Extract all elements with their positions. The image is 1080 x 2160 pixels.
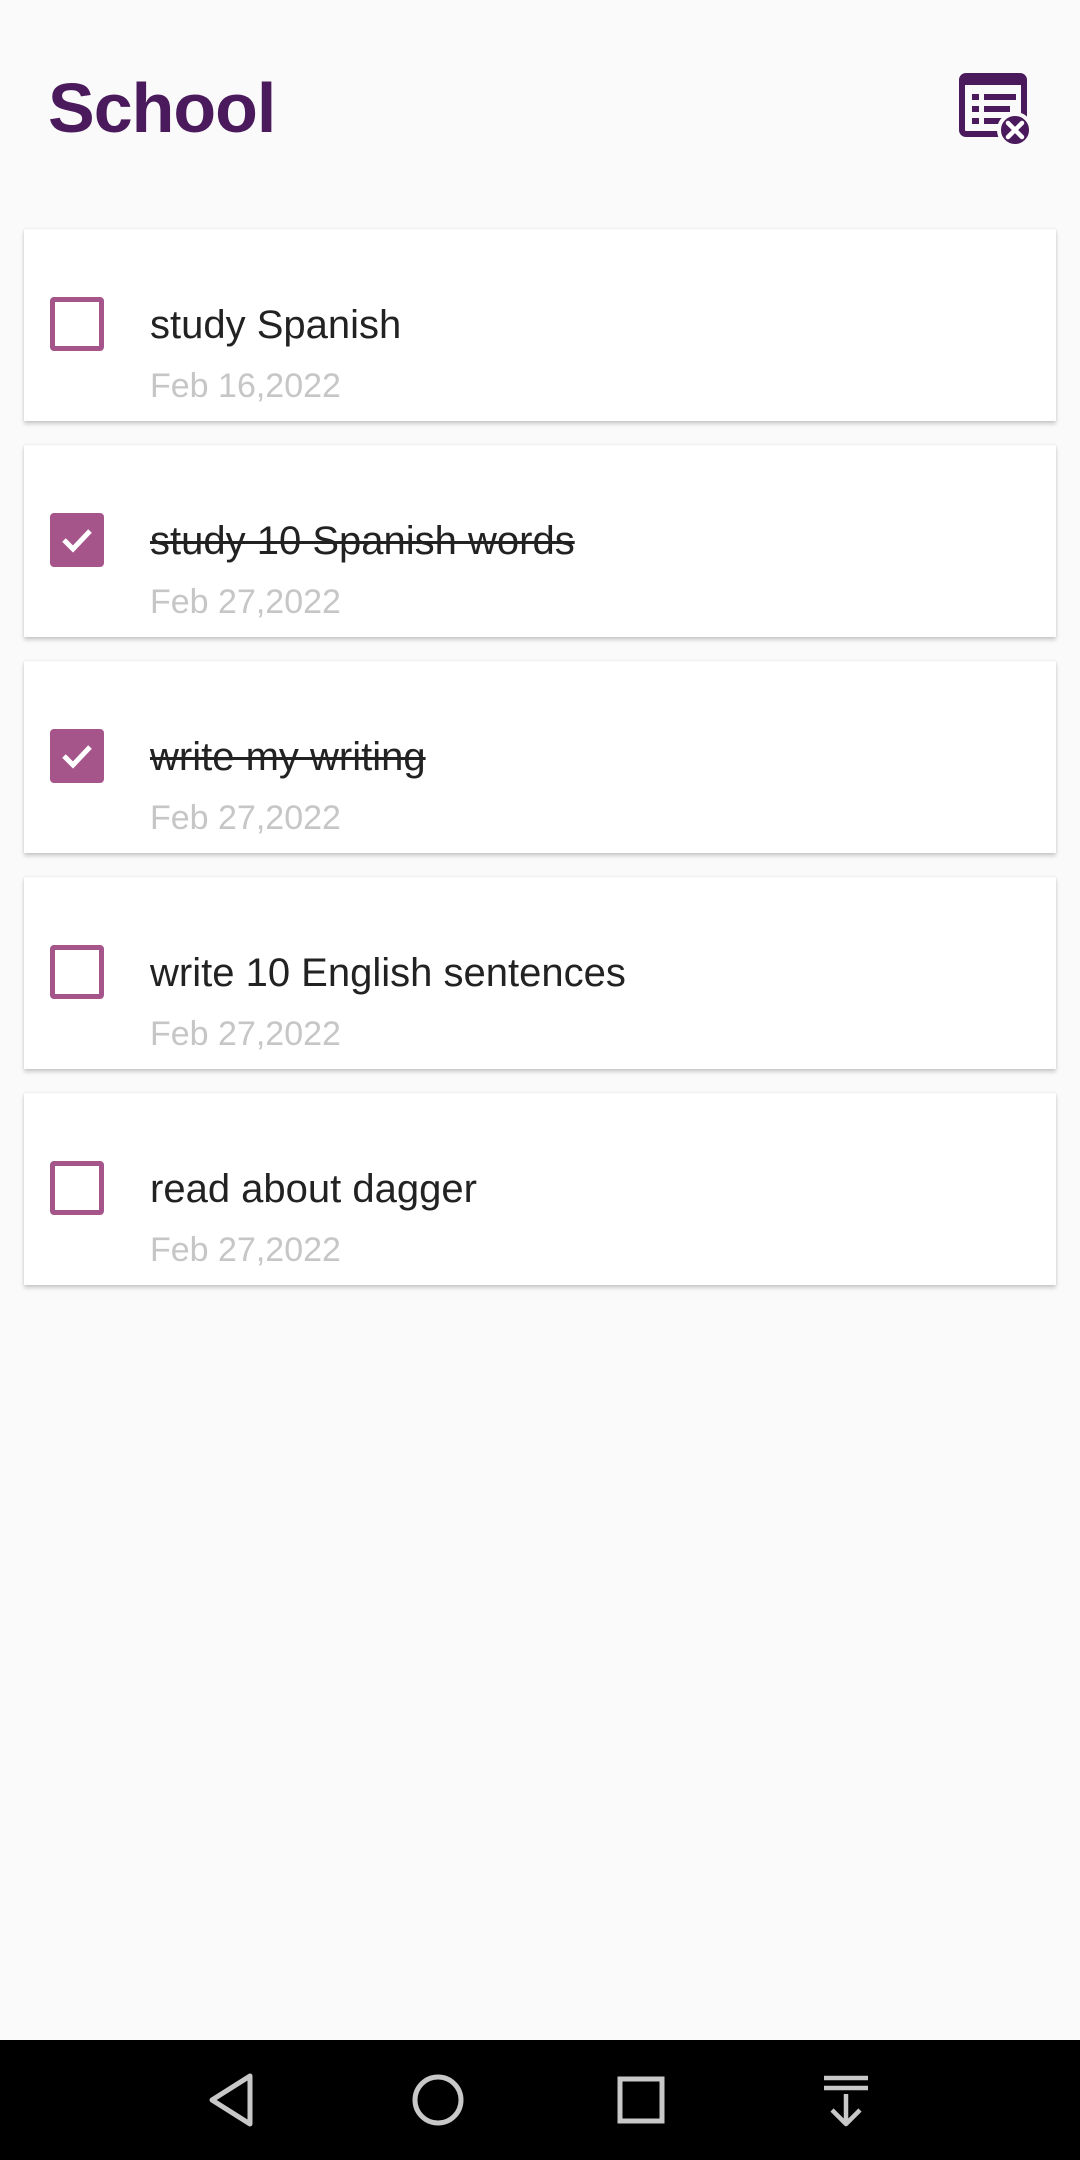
app-screen: School study Spanish Feb 16,2022 study 1… [0,0,1080,2160]
task-date: Feb 27,2022 [150,799,341,837]
home-circle-icon [412,2074,464,2126]
task-item[interactable]: write 10 English sentences Feb 27,2022 [24,877,1056,1069]
clear-list-icon [959,73,1033,148]
task-date: Feb 16,2022 [150,367,341,405]
clear-completed-button[interactable] [958,72,1034,148]
pull-down-icon [824,2075,868,2127]
nav-notifications-button[interactable] [812,2066,880,2134]
task-label: read about dagger [150,1167,477,1211]
task-checkbox[interactable] [50,1161,104,1215]
task-checkbox[interactable] [50,729,104,783]
task-item[interactable]: read about dagger Feb 27,2022 [24,1093,1056,1285]
nav-back-button[interactable] [200,2066,268,2134]
task-label: write 10 English sentences [150,951,626,995]
system-navigation-bar [0,2040,1080,2160]
task-label: study Spanish [150,303,402,347]
task-date: Feb 27,2022 [150,1231,341,1269]
task-item[interactable]: study 10 Spanish words Feb 27,2022 [24,445,1056,637]
check-icon [62,529,92,553]
nav-home-button[interactable] [404,2066,472,2134]
task-checkbox[interactable] [50,297,104,351]
task-checkbox[interactable] [50,945,104,999]
task-item[interactable]: write my writing Feb 27,2022 [24,661,1056,853]
page-title: School [48,69,276,147]
task-label: write my writing [150,735,426,779]
task-date: Feb 27,2022 [150,583,341,621]
nav-recents-button[interactable] [607,2066,675,2134]
task-list: study Spanish Feb 16,2022 study 10 Spani… [24,229,1056,1309]
recents-square-icon [617,2076,665,2124]
task-date: Feb 27,2022 [150,1015,341,1053]
app-header: School [0,0,1080,220]
check-icon [62,745,92,769]
task-label: study 10 Spanish words [150,519,575,563]
task-item[interactable]: study Spanish Feb 16,2022 [24,229,1056,421]
back-triangle-icon [209,2073,253,2127]
task-checkbox[interactable] [50,513,104,567]
